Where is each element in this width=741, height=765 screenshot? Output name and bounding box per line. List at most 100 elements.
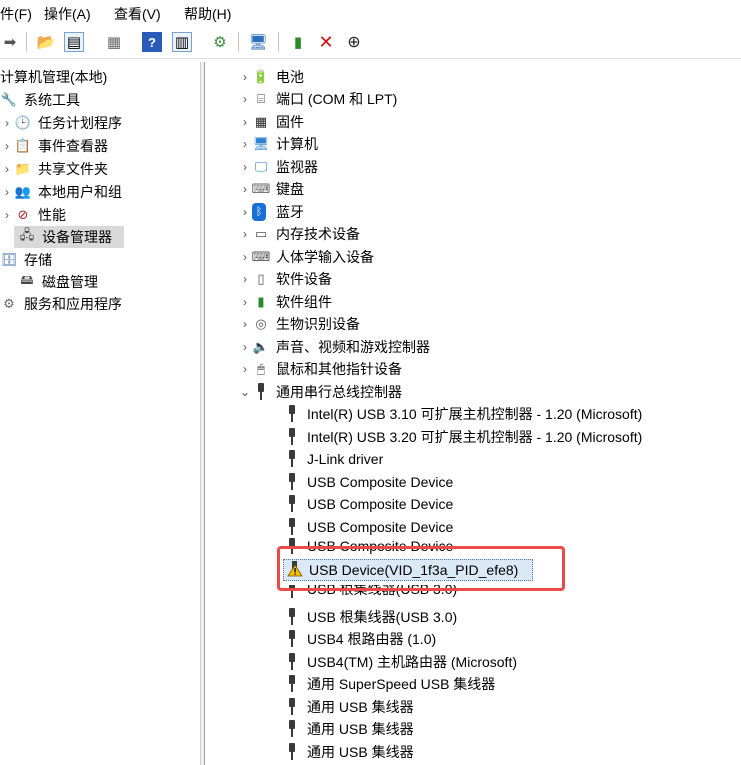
category-software-components[interactable]: › ▮ 软件组件 (238, 291, 332, 313)
chevron-right-icon[interactable]: › (238, 92, 252, 106)
chevron-right-icon[interactable]: › (238, 272, 252, 286)
chevron-right-icon[interactable]: › (238, 137, 252, 151)
category-hid[interactable]: › ⌨ 人体学输入设备 (238, 246, 374, 268)
tree-services[interactable]: ⚙ 服务和应用程序 (0, 293, 122, 315)
shared-folder-icon: 📁 (14, 161, 32, 176)
usb-device-item[interactable]: 通用 SuperSpeed USB 集线器 (287, 673, 495, 695)
usb-device-item[interactable]: USB4 根路由器 (1.0) (287, 628, 436, 650)
category-monitor[interactable]: › 🖵 监视器 (238, 156, 318, 178)
usb-device-item[interactable]: 通用 USB 集线器 (287, 718, 414, 740)
chevron-right-icon[interactable]: › (0, 208, 14, 222)
tree-item-disk-management[interactable]: 🖴 磁盘管理 (18, 271, 98, 293)
usb-device-label: 通用 USB 集线器 (307, 744, 414, 760)
forward-icon[interactable]: ➡ (0, 32, 20, 52)
up-folder-icon[interactable]: 📂 (36, 32, 56, 52)
chevron-right-icon[interactable]: › (0, 116, 14, 130)
device-manager-icon: 🖧 (19, 227, 35, 242)
enable-device-icon[interactable]: ▮ (288, 32, 308, 52)
usb-device-item[interactable]: USB Composite Device (287, 516, 453, 538)
toolbar-separator (26, 32, 27, 52)
category-bluetooth[interactable]: › ᛒ 蓝牙 (238, 201, 304, 223)
show-hide-tree-icon[interactable]: ▤ (64, 32, 84, 52)
menu-file[interactable]: 件(F) (0, 4, 32, 24)
category-keyboard[interactable]: › ⌨ 键盘 (238, 178, 304, 200)
chevron-right-icon[interactable]: › (238, 182, 252, 196)
category-software-devices[interactable]: › ▯ 软件设备 (238, 268, 332, 290)
chevron-right-icon[interactable]: › (0, 162, 14, 176)
category-mouse[interactable]: › 🖱 鼠标和其他指针设备 (238, 358, 402, 380)
menu-action[interactable]: 操作(A) (44, 4, 91, 24)
category-firmware[interactable]: › ▦ 固件 (238, 111, 304, 133)
tree-item-label: 磁盘管理 (42, 274, 98, 290)
chevron-right-icon[interactable]: › (238, 250, 252, 264)
chevron-right-icon[interactable]: › (238, 160, 252, 174)
usb-device-item[interactable]: J-Link driver (287, 448, 383, 470)
category-biometric[interactable]: › ◎ 生物识别设备 (238, 313, 360, 335)
category-usb-controllers[interactable]: ⌄ 通用串行总线控制器 (238, 381, 402, 403)
tree-item-event-viewer[interactable]: › 📋 事件查看器 (0, 135, 108, 157)
port-icon: ⌸ (257, 91, 265, 106)
category-label: 蓝牙 (276, 204, 304, 220)
category-label: 生物识别设备 (276, 316, 360, 332)
category-battery[interactable]: › 🔋 电池 (238, 66, 304, 88)
software-component-icon: ▮ (257, 294, 265, 309)
category-memory-tech[interactable]: › ▭ 内存技术设备 (238, 223, 360, 245)
usb-device-item[interactable]: USB 根集线器(USB 3.0) (287, 606, 457, 628)
chevron-right-icon[interactable]: › (238, 362, 252, 376)
tree-item-device-manager[interactable]: 🖧 设备管理器 (14, 226, 124, 248)
chevron-right-icon[interactable]: › (238, 205, 252, 219)
usb-device-item[interactable]: USB Composite Device (287, 471, 453, 493)
tree-root[interactable]: 计算机管理(本地) (0, 66, 107, 88)
chevron-right-icon[interactable]: › (238, 70, 252, 84)
usb-device-item[interactable]: 通用 USB 集线器 (287, 696, 414, 718)
category-computer[interactable]: › 🖥 计算机 (238, 133, 318, 155)
tree-item-label: 共享文件夹 (38, 161, 108, 177)
chevron-right-icon[interactable]: › (238, 340, 252, 354)
usb-icon (287, 743, 297, 761)
event-log-icon: 📋 (14, 138, 32, 153)
chevron-right-icon[interactable]: › (0, 139, 14, 153)
tree-item-local-users[interactable]: › 👥 本地用户和组 (0, 181, 122, 203)
usb-device-item[interactable]: USB Composite Device (287, 493, 453, 515)
chevron-right-icon[interactable]: › (238, 115, 252, 129)
menu-view[interactable]: 查看(V) (114, 4, 161, 24)
usb-icon (287, 473, 297, 491)
category-label: 监视器 (276, 159, 318, 175)
tree-item-task-scheduler[interactable]: › 🕒 任务计划程序 (0, 112, 122, 134)
menu-help[interactable]: 帮助(H) (184, 4, 231, 24)
scan-hardware-icon[interactable]: 🖥 (248, 32, 268, 52)
uninstall-x-icon[interactable]: ✕ (316, 32, 336, 52)
tree-storage[interactable]: 🗄 存储 (0, 249, 52, 271)
chevron-right-icon[interactable]: › (238, 317, 252, 331)
category-ports[interactable]: › ⌸ 端口 (COM 和 LPT) (238, 88, 397, 110)
chevron-right-icon[interactable]: › (238, 295, 252, 309)
usb-icon (287, 720, 297, 738)
tree-item-performance[interactable]: › ⊘ 性能 (0, 204, 66, 226)
usb-device-item[interactable]: Intel(R) USB 3.10 可扩展主机控制器 - 1.20 (Micro… (287, 403, 642, 425)
console-tree: 计算机管理(本地) 🔧 系统工具 › 🕒 任务计划程序 › 📋 事件查看器 › … (0, 62, 200, 765)
storage-icon: 🗄 (0, 252, 18, 267)
action-pane-icon[interactable]: ▥ (172, 32, 192, 52)
usb-device-item[interactable]: USB4(TM) 主机路由器 (Microsoft) (287, 651, 517, 673)
fingerprint-icon: ◎ (255, 316, 267, 331)
tree-system-tools[interactable]: 🔧 系统工具 (0, 89, 80, 111)
usb-device-label: USB Composite Device (307, 474, 454, 490)
tree-item-label: 性能 (38, 207, 66, 223)
usb-device-item[interactable]: 通用 USB 集线器 (287, 741, 414, 763)
chevron-down-icon[interactable]: ⌄ (238, 385, 252, 399)
properties-icon[interactable]: ▦ (104, 32, 124, 52)
help-icon[interactable]: ? (142, 32, 162, 52)
usb-device-label: USB4 根路由器 (1.0) (307, 631, 437, 647)
category-label: 计算机 (276, 136, 318, 152)
usb-icon (287, 608, 297, 626)
usb-device-label: 通用 USB 集线器 (307, 721, 414, 737)
disable-device-icon[interactable]: ⊕ (344, 32, 364, 52)
toolbox-icon: 🔧 (0, 92, 18, 107)
chevron-right-icon[interactable]: › (0, 185, 14, 199)
tree-item-shared-folders[interactable]: › 📁 共享文件夹 (0, 158, 108, 180)
update-driver-icon[interactable]: ⚙ (210, 32, 230, 52)
usb-device-label: 通用 SuperSpeed USB 集线器 (307, 676, 496, 692)
chevron-right-icon[interactable]: › (238, 227, 252, 241)
usb-device-item[interactable]: Intel(R) USB 3.20 可扩展主机控制器 - 1.20 (Micro… (287, 426, 642, 448)
category-sound[interactable]: › 🔈 声音、视频和游戏控制器 (238, 336, 430, 358)
